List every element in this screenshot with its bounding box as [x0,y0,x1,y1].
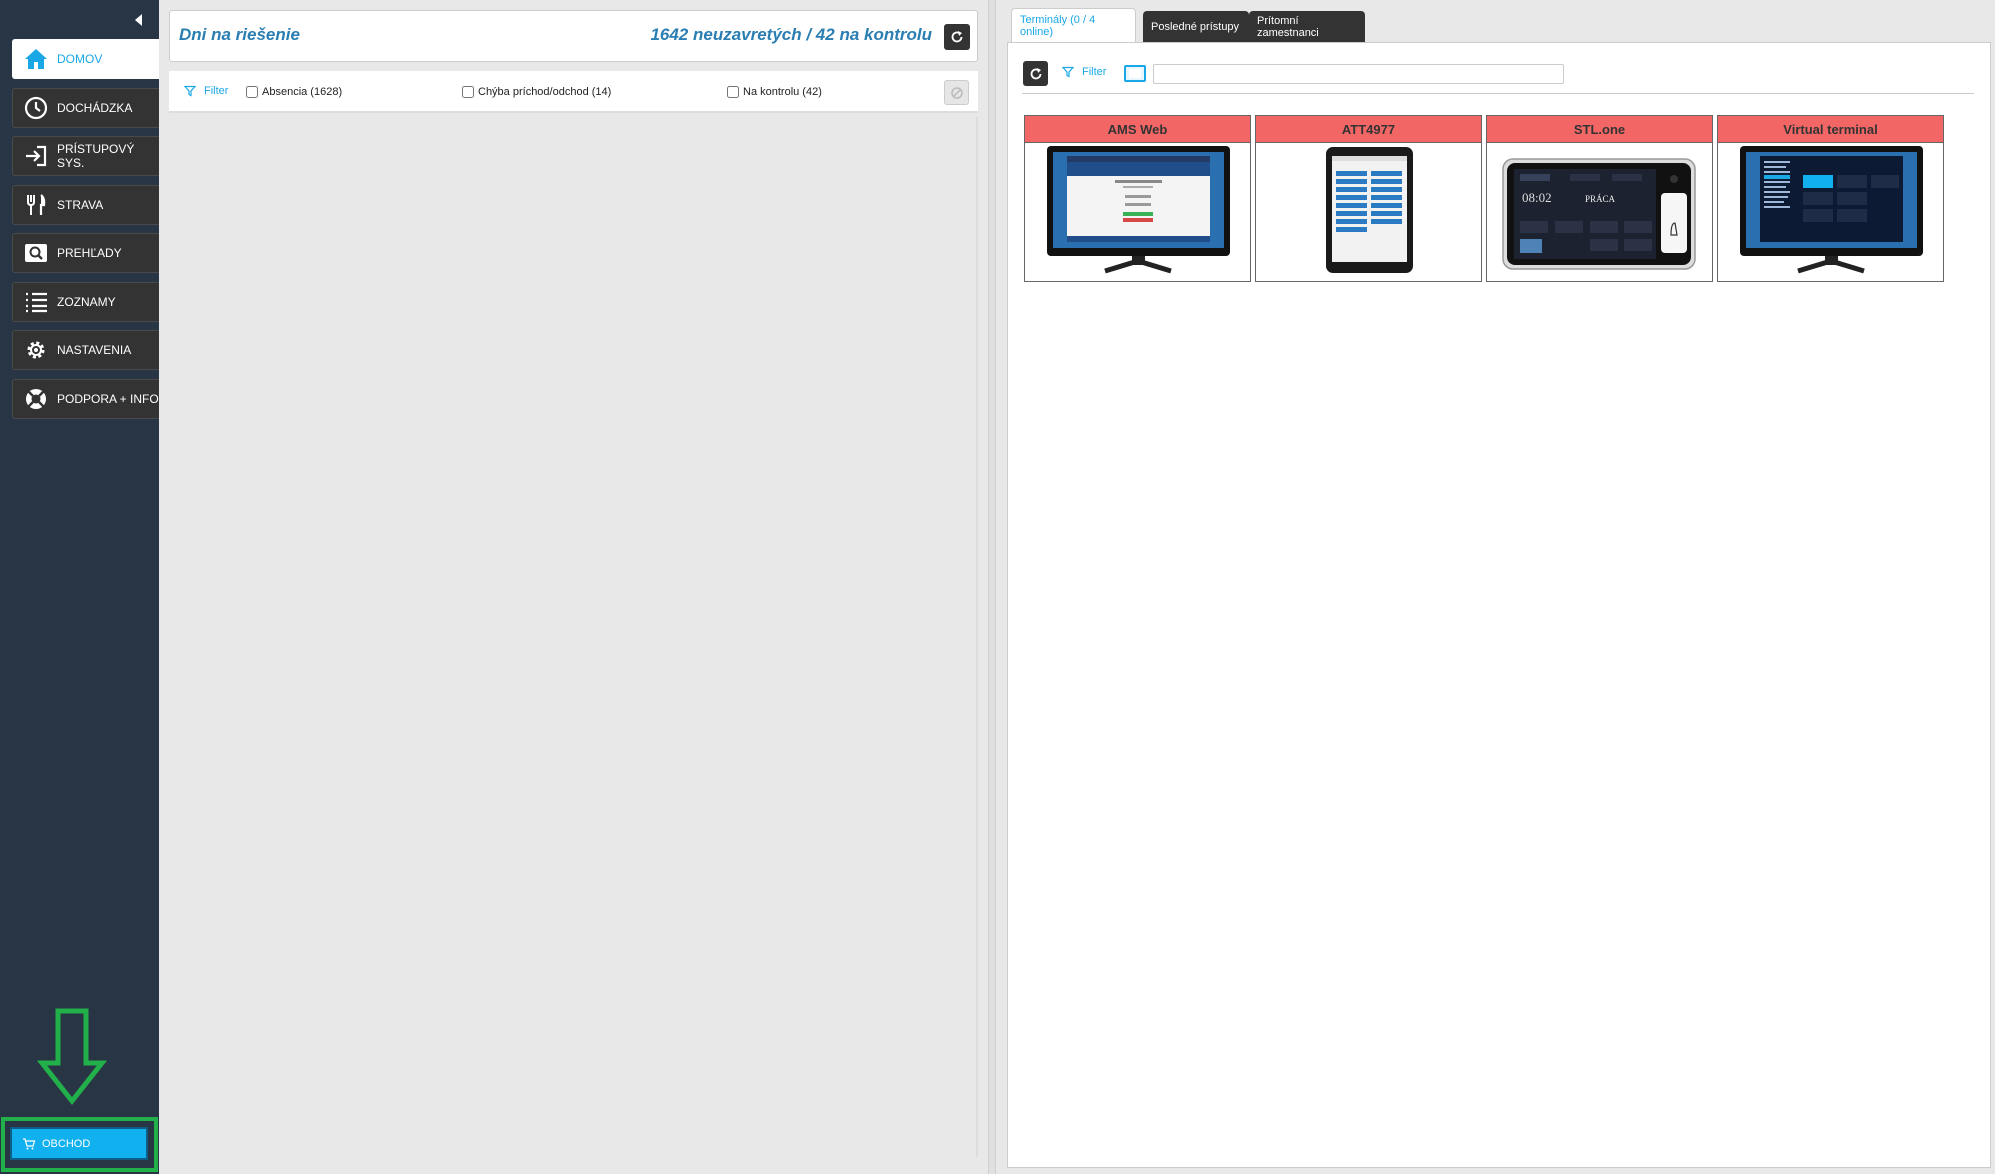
panel-splitter[interactable] [988,0,996,1174]
days-to-resolve-header: Dni na riešenie 1642 neuzavretých / 42 n… [169,10,978,62]
filter-button[interactable]: Filter [184,85,228,97]
checkbox-chyba[interactable]: Chýba príchod/odchod (14) [462,86,611,98]
cart-icon [23,1137,36,1149]
monitor-image [1718,143,1943,281]
tab-present-employees[interactable]: Prítomní zamestnanci [1249,11,1365,42]
terminal-card[interactable]: ATT4977 [1255,115,1482,282]
nav-label: ZOZNAMY [57,294,116,309]
panel-title: Dni na riešenie [179,25,300,44]
refresh-icon [1030,67,1041,79]
ban-icon [950,86,963,99]
checkbox-na-kontrolu[interactable]: Na kontrolu (42) [727,86,822,98]
open-count: 1642 neuzavretých / 42 na kontrolu [650,25,932,44]
nav-item-podpora[interactable]: PODPORA + INFO [12,378,159,419]
nav-label: PRÍSTUPOVÝ SYS. [57,142,135,170]
refresh-icon [951,31,963,43]
nav-label: DOCHÁDZKA [57,100,133,115]
na-kontrolu-checkbox[interactable] [727,86,739,98]
divider [1022,93,1974,94]
clock-icon [23,95,49,121]
nav-item-prehlady[interactable]: PREHĽADY [12,233,159,273]
cutlery-icon [23,192,49,218]
view-toggle[interactable] [1124,65,1146,82]
terminals-filter-button[interactable]: Filter [1062,66,1106,78]
refresh-button[interactable] [944,24,970,50]
main-nav: DOMOV DOCHÁDZKA PRÍSTUPOVÝ SYS. STRAVA P… [12,39,159,427]
absencia-checkbox[interactable] [246,86,258,98]
tab-recent-accesses[interactable]: Posledné prístupy [1143,11,1249,42]
clear-filter-button[interactable] [944,80,969,105]
svg-text:PRÁCA: PRÁCA [1585,194,1616,204]
filter-label: Filter [204,85,229,97]
tab-terminals[interactable]: Terminály (0 / 4 online) [1011,8,1136,42]
checkbox-absencia[interactable]: Absencia (1628) [246,86,342,98]
funnel-icon [1062,66,1074,78]
terminal-name: Virtual terminal [1718,116,1943,143]
list-icon [23,289,49,315]
nav-label: STRAVA [57,197,104,212]
nav-label: NASTAVENIA [57,343,132,357]
sign-in-icon [23,143,49,169]
terminals-refresh-button[interactable] [1023,61,1048,86]
shop-label: OBCHOD [42,1137,91,1150]
checkbox-label: Chýba príchod/odchod (14) [478,86,612,98]
shop-button[interactable]: OBCHOD [10,1127,148,1160]
monitor-image [1025,143,1250,281]
home-icon [23,46,49,72]
chyba-checkbox[interactable] [462,86,474,98]
collapse-sidebar-icon[interactable] [131,12,145,28]
tablet-image [1256,143,1481,281]
nav-item-dochadzka[interactable]: DOCHÁDZKA [12,87,159,128]
gear-icon [23,337,49,363]
terminal-device-image: 08:02 PRÁCA [1487,143,1712,281]
nav-label: PODPORA + INFO [57,391,159,406]
terminal-card[interactable]: AMS Web [1024,115,1251,282]
checkbox-label: Absencia (1628) [262,86,343,98]
nav-label: DOMOV [57,52,103,66]
terminal-name: ATT4977 [1256,116,1481,143]
nav-item-domov[interactable]: DOMOV [12,39,159,79]
terminal-name: AMS Web [1025,116,1250,143]
nav-label: PREHĽADY [57,246,122,260]
nav-item-strava[interactable]: STRAVA [12,184,159,225]
nav-item-nastavenia[interactable]: NASTAVENIA [12,330,159,370]
checkbox-label: Na kontrolu (42) [743,86,822,98]
terminal-name: STL.one [1487,116,1712,143]
lifebuoy-icon [23,386,49,412]
terminal-card[interactable]: STL.one 08:02 PRÁCA [1486,115,1713,282]
svg-text:08:02: 08:02 [1522,190,1552,205]
filter-bar: Filter Absencia (1628) Chýba príchod/odc… [169,71,978,113]
nav-item-zoznamy[interactable]: ZOZNAMY [12,281,159,322]
terminal-search-input[interactable] [1153,64,1564,84]
funnel-icon [184,85,196,97]
arrow-down-icon [36,1008,108,1106]
filter-label: Filter [1082,66,1107,78]
sidebar: DOMOV DOCHÁDZKA PRÍSTUPOVÝ SYS. STRAVA P… [0,0,159,1174]
nav-item-pristupovy[interactable]: PRÍSTUPOVÝ SYS. [12,136,159,176]
days-list-body [169,117,978,1157]
terminal-card[interactable]: Virtual terminal [1717,115,1944,282]
magnifier-icon [23,240,49,266]
